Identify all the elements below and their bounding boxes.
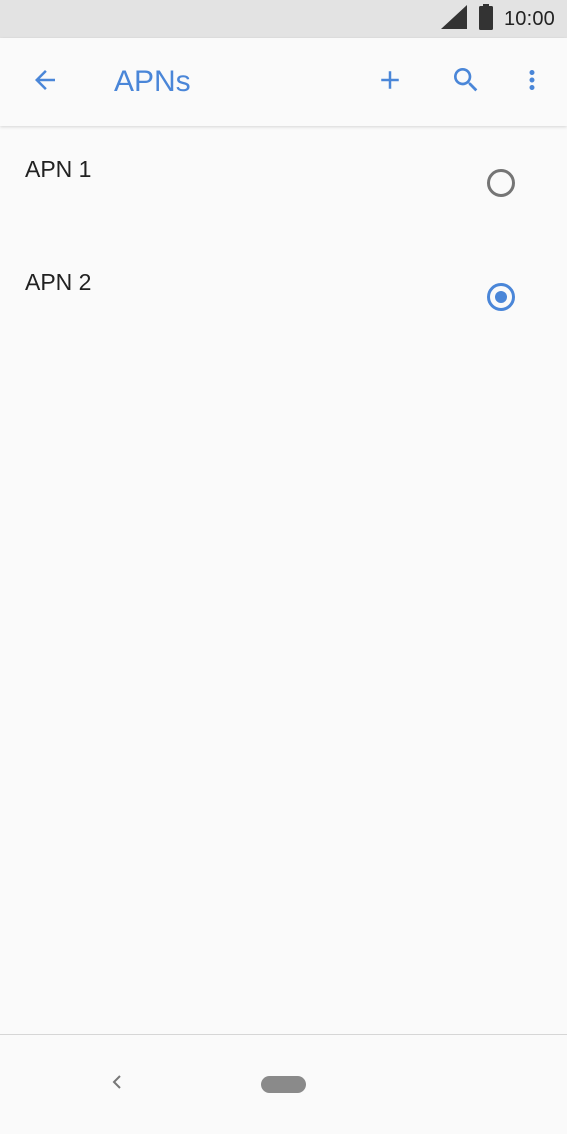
- add-icon: [375, 65, 405, 100]
- home-pill-button[interactable]: [261, 1076, 306, 1093]
- apn-list: APN 1 APN 2: [0, 126, 567, 354]
- radio-button-unchecked[interactable]: [487, 169, 515, 197]
- apn-list-item[interactable]: APN 1: [0, 126, 567, 240]
- search-button[interactable]: [442, 58, 490, 106]
- arrow-back-icon: [30, 65, 60, 100]
- add-apn-button[interactable]: [366, 58, 414, 106]
- battery-icon: [478, 3, 494, 35]
- apn-list-item[interactable]: APN 2: [0, 240, 567, 354]
- signal-icon: [440, 4, 468, 35]
- navigation-bar: [0, 1034, 567, 1134]
- more-vert-icon: [517, 65, 547, 100]
- radio-button-checked[interactable]: [487, 283, 515, 311]
- apn-settings-screen: 10:00 APNs APN 1 APN 2: [0, 0, 567, 1134]
- more-options-button[interactable]: [508, 58, 556, 106]
- status-bar: 10:00: [0, 0, 567, 38]
- status-time: 10:00: [503, 7, 555, 30]
- radio-selected-dot: [495, 291, 507, 303]
- apn-name: APN 1: [25, 156, 92, 182]
- nav-back-button[interactable]: [100, 1067, 134, 1101]
- nav-back-icon: [109, 1072, 125, 1097]
- back-button[interactable]: [21, 58, 69, 106]
- status-icons: 10:00: [440, 0, 555, 38]
- search-icon: [450, 64, 482, 101]
- app-bar: APNs: [0, 38, 567, 126]
- page-title: APNs: [114, 65, 191, 98]
- apn-name: APN 2: [25, 269, 92, 295]
